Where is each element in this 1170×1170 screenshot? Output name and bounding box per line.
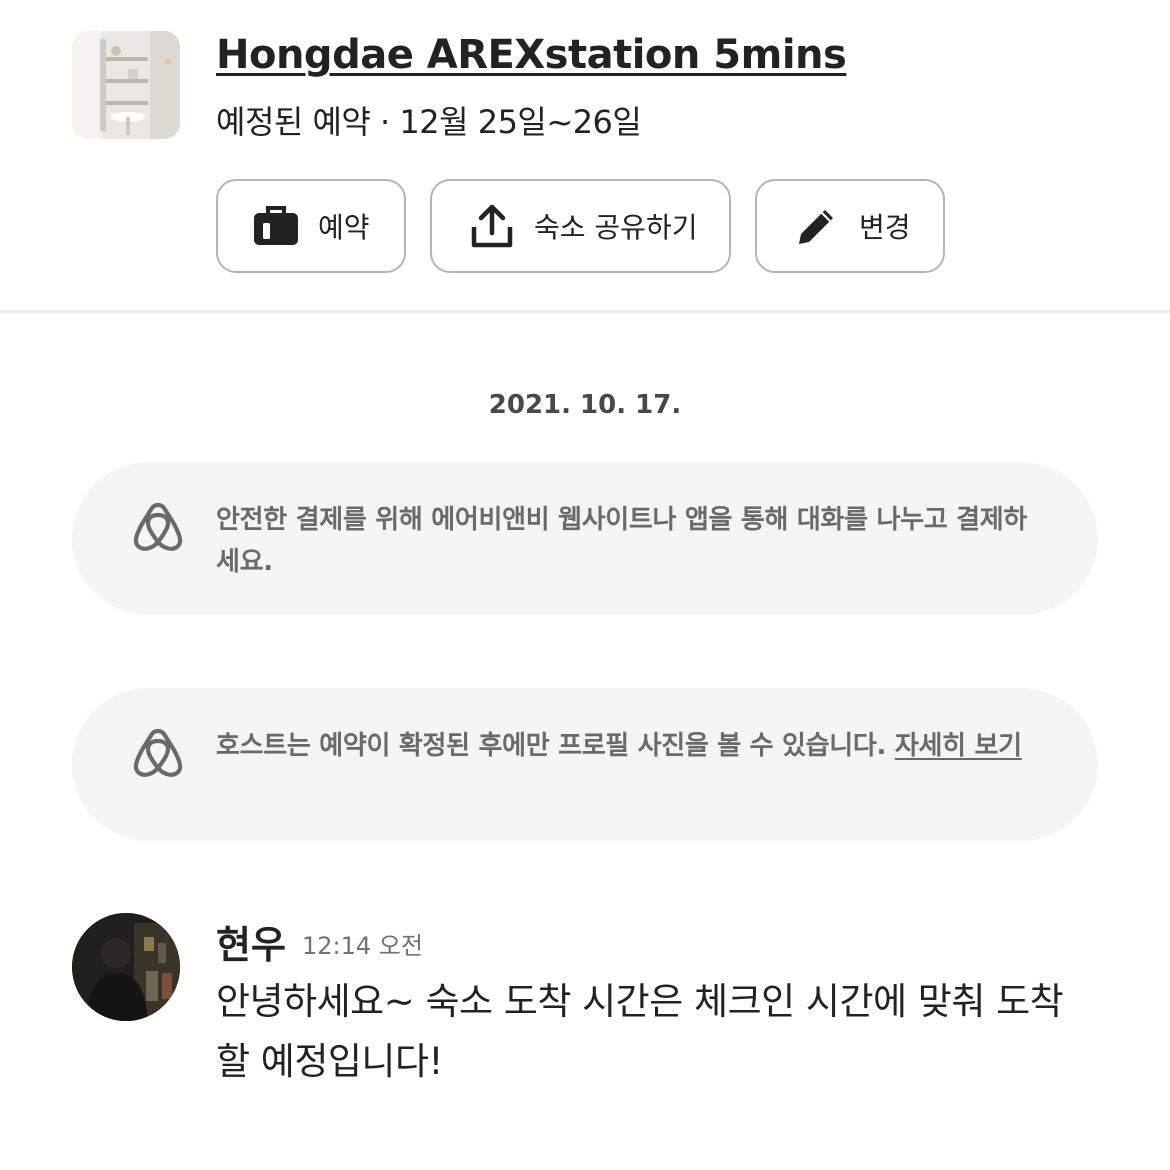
- listing-thumbnail[interactable]: [72, 31, 180, 139]
- notice-text-body: 호스트는 예약이 확정된 후에만 프로필 사진을 볼 수 있습니다.: [216, 731, 887, 761]
- payment-safety-notice: 안전한 결제를 위해 에어비앤비 웹사이트나 앱을 통해 대화를 나누고 결제하…: [72, 462, 1098, 615]
- share-icon: [468, 202, 516, 250]
- thread-date: 2021. 10. 17.: [488, 390, 682, 420]
- edit-reservation-button-label: 변경: [859, 211, 911, 244]
- briefcase-icon: [252, 202, 300, 250]
- learn-more-link[interactable]: 자세히 보기: [895, 731, 1022, 761]
- pencil-icon: [793, 202, 841, 250]
- reservation-status: 예정된 예약 · 12월 25일~26일: [216, 103, 642, 141]
- header-divider: [0, 310, 1170, 313]
- listing-title-link[interactable]: Hongdae AREXstation 5mins: [216, 32, 847, 78]
- edit-reservation-button[interactable]: 변경: [755, 179, 945, 273]
- notice-text: 호스트는 예약이 확정된 후에만 프로필 사진을 볼 수 있습니다. 자세히 보…: [216, 725, 1036, 767]
- notice-text: 안전한 결제를 위해 에어비앤비 웹사이트나 앱을 통해 대화를 나누고 결제하…: [216, 505, 1027, 577]
- reservation-button[interactable]: 예약: [216, 179, 406, 273]
- message-timestamp: 12:14 오전: [302, 932, 423, 960]
- message-text: 안녕하세요~ 숙소 도착 시간은 체크인 시간에 맞춰 도착할 예정입니다!: [216, 980, 1064, 1083]
- airbnb-logo-icon: [130, 502, 186, 558]
- sender-avatar[interactable]: [72, 913, 180, 1021]
- message-thread-screen: Hongdae AREXstation 5mins 예정된 예약 · 12월 2…: [0, 0, 1170, 1170]
- share-listing-button-label: 숙소 공유하기: [534, 211, 698, 244]
- share-listing-button[interactable]: 숙소 공유하기: [430, 179, 731, 273]
- profile-photo-notice: 호스트는 예약이 확정된 후에만 프로필 사진을 볼 수 있습니다. 자세히 보…: [72, 688, 1098, 841]
- reservation-button-label: 예약: [318, 211, 370, 244]
- airbnb-logo-icon: [130, 728, 186, 784]
- sender-name: 현우: [216, 923, 286, 967]
